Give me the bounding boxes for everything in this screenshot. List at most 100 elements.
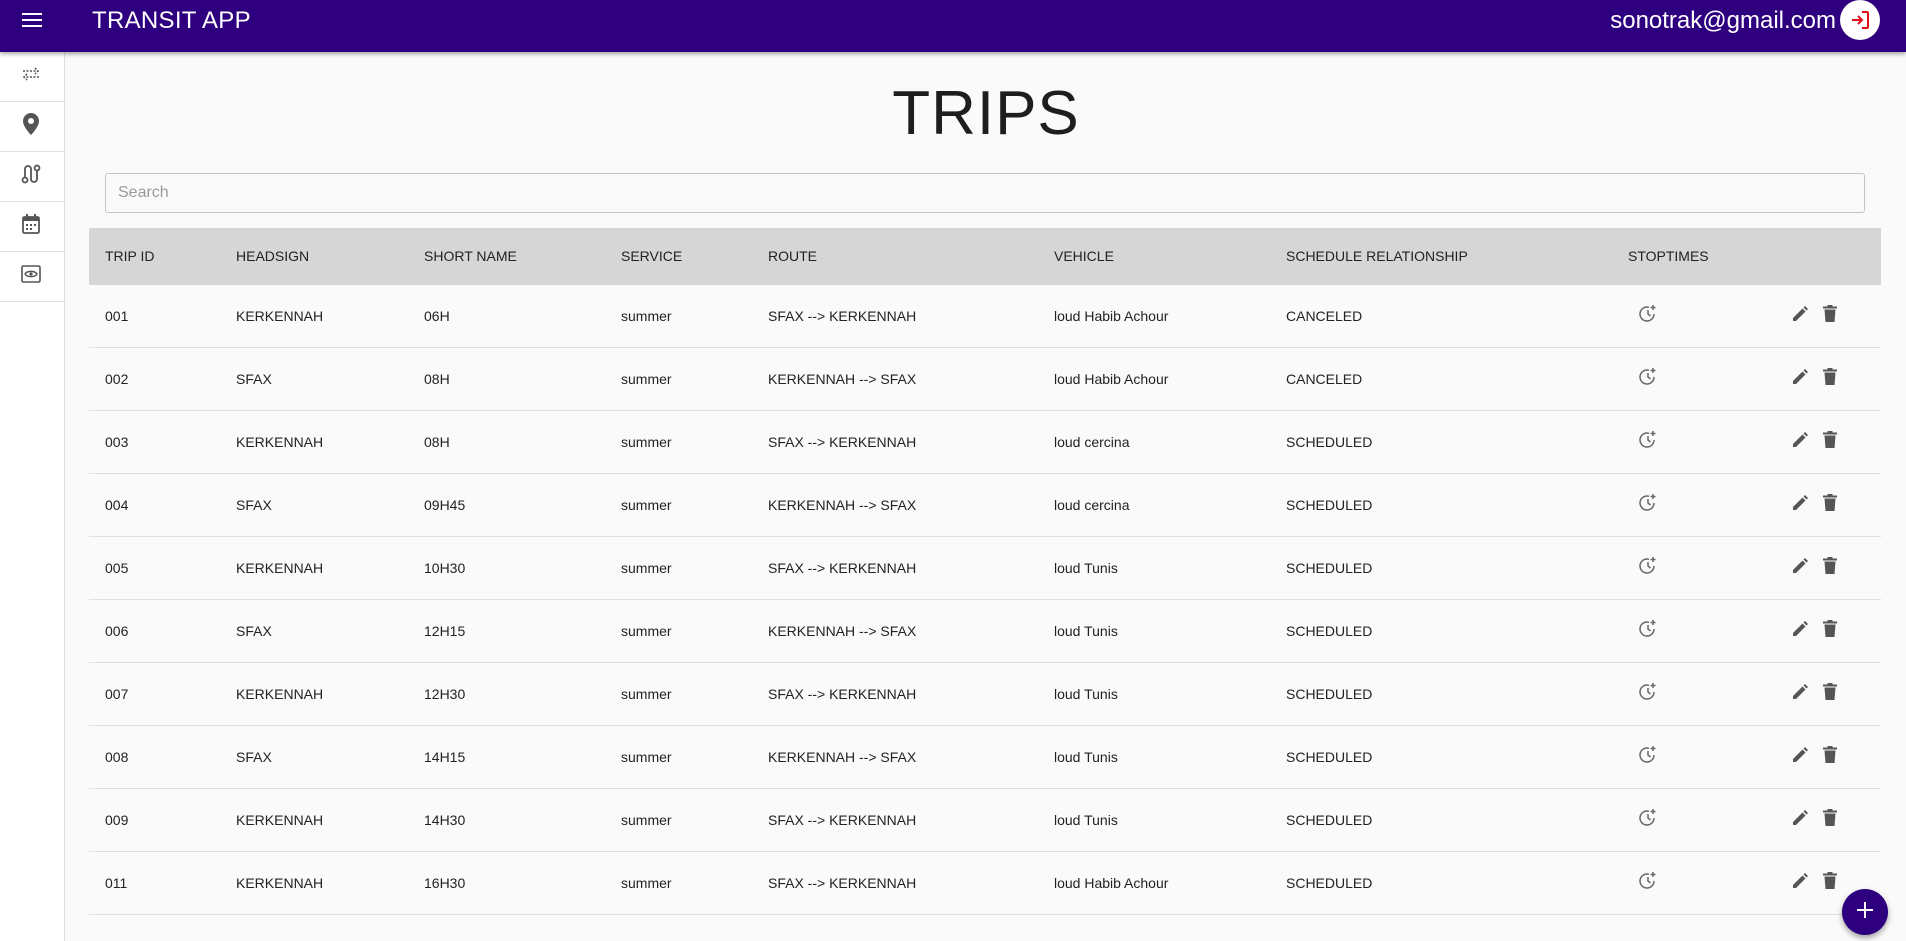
cell-service: summer — [621, 308, 672, 324]
cell-service: summer — [621, 812, 672, 828]
app-bar: TRANSIT APP sonotrak@gmail.com — [0, 0, 1906, 52]
header-headsign[interactable]: HEADSIGN — [236, 228, 309, 285]
edit-button[interactable] — [1789, 872, 1811, 894]
stoptimes-button[interactable] — [1637, 619, 1659, 642]
cell-headsign: KERKENNAH — [236, 434, 324, 450]
cell-trip-id: 003 — [105, 434, 129, 450]
cell-schedule-relationship: SCHEDULED — [1286, 875, 1373, 891]
table-row: 001 KERKENNAH 06H summer SFAX --> KERKENNAH l… — [89, 285, 1881, 348]
cell-service: summer — [621, 875, 672, 891]
table-row: 002 SFAX 08H summer KERKENNAH --> SFAX loud H… — [89, 348, 1881, 411]
sidebar-item-routes[interactable] — [0, 152, 64, 202]
stoptimes-button[interactable] — [1637, 808, 1659, 833]
logout-icon[interactable] — [1840, 0, 1880, 40]
cell-vehicle: loud Tunis — [1054, 686, 1118, 702]
edit-button[interactable] — [1789, 305, 1811, 327]
stoptimes-button[interactable] — [1637, 745, 1659, 770]
edit-button[interactable] — [1789, 683, 1811, 705]
add-alarm-icon — [1638, 493, 1658, 518]
stoptimes-button[interactable] — [1637, 493, 1659, 518]
edit-button[interactable] — [1789, 809, 1811, 831]
table-row: 004 SFAX 09H45 summer KERKENNAH --> SFAX loud… — [89, 474, 1881, 537]
stoptimes-button[interactable] — [1637, 367, 1659, 392]
sidebar-item-calendar[interactable] — [0, 202, 64, 252]
cell-trip-id: 002 — [105, 371, 129, 387]
cell-vehicle: loud cercina — [1054, 497, 1130, 513]
cell-headsign: SFAX — [236, 371, 272, 387]
trash-icon — [1823, 809, 1837, 831]
cell-headsign: KERKENNAH — [236, 812, 324, 828]
delete-button[interactable] — [1819, 494, 1841, 516]
add-alarm-icon — [1638, 808, 1658, 833]
edit-button[interactable] — [1789, 746, 1811, 768]
stoptimes-button[interactable] — [1637, 871, 1659, 894]
delete-button[interactable] — [1819, 431, 1841, 453]
header-stoptimes[interactable]: STOPTIMES — [1628, 228, 1709, 285]
cell-vehicle: loud Tunis — [1054, 560, 1118, 576]
cell-route: KERKENNAH --> SFAX — [768, 749, 917, 765]
delete-button[interactable] — [1819, 368, 1841, 390]
cell-trip-id: 006 — [105, 623, 129, 639]
trash-icon — [1823, 620, 1837, 642]
edit-button[interactable] — [1789, 557, 1811, 579]
plus-icon — [1856, 901, 1874, 924]
swap-horiz-icon — [21, 66, 41, 87]
cell-trip-id: 007 — [105, 686, 129, 702]
delete-button[interactable] — [1819, 746, 1841, 768]
stoptimes-button[interactable] — [1637, 682, 1659, 707]
delete-button[interactable] — [1819, 557, 1841, 579]
table-row: 008 SFAX 14H15 summer KERKENNAH --> SFAX loud… — [89, 726, 1881, 789]
cell-service: summer — [621, 434, 672, 450]
delete-button[interactable] — [1819, 683, 1841, 705]
location-pin-icon — [23, 113, 39, 140]
cell-route: KERKENNAH --> SFAX — [768, 371, 917, 387]
table-row: 006 SFAX 12H15 summer KERKENNAH --> SFAX loud… — [89, 600, 1881, 663]
stoptimes-button[interactable] — [1637, 430, 1659, 455]
trash-icon — [1823, 431, 1837, 453]
stoptimes-button[interactable] — [1637, 556, 1659, 579]
cell-service: summer — [621, 623, 672, 639]
add-alarm-icon — [1638, 745, 1658, 770]
header-service[interactable]: SERVICE — [621, 228, 682, 285]
delete-button[interactable] — [1819, 620, 1841, 642]
add-alarm-icon — [1638, 430, 1658, 455]
search-input[interactable] — [105, 173, 1865, 213]
sidebar-item-stops[interactable] — [0, 102, 64, 152]
header-vehicle[interactable]: VEHICLE — [1054, 228, 1114, 285]
pencil-icon — [1792, 809, 1808, 831]
cell-route: KERKENNAH --> SFAX — [768, 623, 917, 639]
stoptimes-button[interactable] — [1637, 304, 1659, 329]
cell-service: summer — [621, 371, 672, 387]
add-alarm-icon — [1638, 367, 1658, 392]
edit-button[interactable] — [1789, 494, 1811, 516]
sidebar-item-preview[interactable] — [0, 252, 64, 302]
add-alarm-icon — [1638, 304, 1658, 329]
delete-button[interactable] — [1819, 305, 1841, 327]
table-row: 009 KERKENNAH 14H30 summer SFAX --> KERKENNA… — [89, 789, 1881, 852]
trips-table: TRIP ID HEADSIGN SHORT NAME SERVICE ROUT… — [89, 228, 1881, 915]
menu-icon[interactable] — [18, 8, 46, 32]
cell-trip-id: 004 — [105, 497, 129, 513]
cell-headsign: SFAX — [236, 497, 272, 513]
edit-button[interactable] — [1789, 368, 1811, 390]
sidebar-item-transfers[interactable] — [0, 52, 64, 102]
edit-button[interactable] — [1789, 620, 1811, 642]
add-trip-button[interactable] — [1842, 889, 1888, 935]
header-schedule-relationship[interactable]: SCHEDULE RELATIONSHIP — [1286, 228, 1468, 285]
header-short-name[interactable]: SHORT NAME — [424, 228, 517, 285]
calendar-icon — [22, 214, 40, 239]
cell-route: SFAX --> KERKENNAH — [768, 560, 917, 576]
cell-vehicle: loud Habib Achour — [1054, 308, 1169, 324]
header-route[interactable]: ROUTE — [768, 228, 817, 285]
cell-short-name: 12H15 — [424, 623, 466, 639]
add-alarm-icon — [1638, 682, 1658, 707]
trash-icon — [1823, 494, 1837, 516]
edit-button[interactable] — [1789, 431, 1811, 453]
cell-short-name: 06H — [424, 308, 450, 324]
cell-schedule-relationship: SCHEDULED — [1286, 623, 1373, 639]
delete-button[interactable] — [1819, 809, 1841, 831]
header-trip-id[interactable]: TRIP ID — [105, 228, 155, 285]
cell-service: summer — [621, 560, 672, 576]
cell-vehicle: loud Tunis — [1054, 749, 1118, 765]
delete-button[interactable] — [1819, 872, 1841, 894]
